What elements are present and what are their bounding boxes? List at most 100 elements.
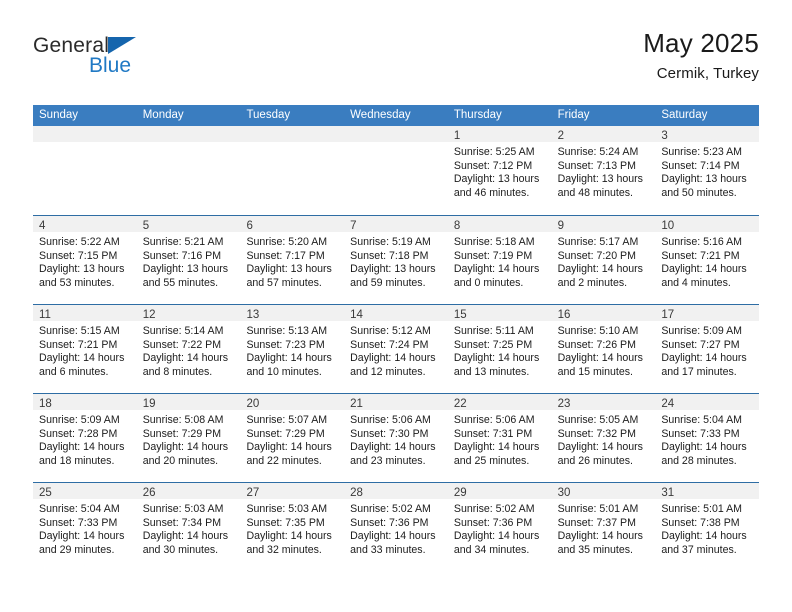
sunset-text: Sunset: 7:21 PM: [39, 338, 118, 351]
sunrise-text: Sunrise: 5:05 AM: [557, 414, 639, 426]
calendar-day-cell[interactable]: 24 Sunrise: 5:04 AM Sunset: 7:33 PM Dayligh…: [655, 394, 760, 482]
daylight-text-line2: and 8 minutes.: [142, 365, 213, 378]
day-number: 19: [142, 398, 156, 410]
day-number: 17: [661, 309, 675, 321]
calendar-day-cell[interactable]: 28 Sunrise: 5:02 AM Sunset: 7:36 PM Dayligh…: [344, 483, 448, 571]
daylight-text-line1: Daylight: 14 hours: [142, 352, 229, 365]
day-number: 27: [246, 487, 260, 499]
day-number-band: 8: [447, 216, 552, 232]
calendar-day-cell[interactable]: 16 Sunrise: 5:10 AM Sunset: 7:26 PM Dayligh…: [551, 305, 656, 393]
brand-logo[interactable]: General Blue: [33, 34, 233, 90]
calendar-day-cell[interactable]: 19 Sunrise: 5:08 AM Sunset: 7:29 PM Dayligh…: [136, 394, 241, 482]
calendar-day-cell[interactable]: 1 Sunrise: 5:25 AM Sunset: 7:12 PM Daylight…: [447, 126, 552, 215]
calendar-day-cell[interactable]: 13 Sunrise: 5:13 AM Sunset: 7:23 PM Dayligh…: [240, 305, 345, 393]
daylight-text-line1: Daylight: 14 hours: [661, 263, 747, 276]
sunrise-text: Sunrise: 5:03 AM: [246, 503, 328, 515]
calendar-day-cell[interactable]: 22 Sunrise: 5:06 AM Sunset: 7:31 PM Dayligh…: [447, 394, 552, 482]
day-sun-info: Sunrise: 5:15 AM Sunset: 7:21 PM Daylight:…: [33, 321, 137, 379]
sunset-text: Sunset: 7:15 PM: [39, 249, 118, 262]
weekday-header-monday: Monday: [142, 109, 184, 121]
daylight-text-line1: Daylight: 13 hours: [39, 263, 125, 276]
sunrise-text: Sunrise: 5:09 AM: [39, 414, 120, 426]
calendar-day-cell[interactable]: 21 Sunrise: 5:06 AM Sunset: 7:30 PM Dayligh…: [344, 394, 448, 482]
calendar-day-cell[interactable]: 15 Sunrise: 5:11 AM Sunset: 7:25 PM Dayligh…: [447, 305, 552, 393]
day-number: 31: [661, 487, 675, 499]
calendar-day-cell[interactable]: 17 Sunrise: 5:09 AM Sunset: 7:27 PM Dayligh…: [655, 305, 760, 393]
day-number-band: 24: [655, 394, 760, 410]
daylight-text-line1: Daylight: 14 hours: [453, 530, 540, 543]
daylight-text-line1: Daylight: 14 hours: [557, 352, 643, 365]
day-number: 30: [557, 487, 571, 499]
day-sun-info: Sunrise: 5:06 AM Sunset: 7:30 PM Daylight:…: [344, 410, 448, 468]
daylight-text-line1: Daylight: 13 hours: [142, 263, 229, 276]
daylight-text-line2: and 10 minutes.: [246, 365, 322, 378]
calendar-day-cell[interactable]: 18 Sunrise: 5:09 AM Sunset: 7:28 PM Dayligh…: [33, 394, 137, 482]
calendar-day-cell[interactable]: 4 Sunrise: 5:22 AM Sunset: 7:15 PM Daylight…: [33, 216, 137, 304]
daylight-text-line1: Daylight: 13 hours: [453, 173, 540, 186]
calendar-day-cell-empty: [240, 126, 345, 215]
calendar-day-cell[interactable]: 23 Sunrise: 5:05 AM Sunset: 7:32 PM Dayligh…: [551, 394, 656, 482]
day-number-band: [33, 126, 137, 142]
calendar-day-cell[interactable]: 10 Sunrise: 5:16 AM Sunset: 7:21 PM Dayligh…: [655, 216, 760, 304]
day-sun-info: Sunrise: 5:25 AM Sunset: 7:12 PM Daylight:…: [448, 142, 552, 200]
day-sun-info: Sunrise: 5:09 AM Sunset: 7:28 PM Daylight:…: [33, 410, 137, 468]
sunset-text: Sunset: 7:20 PM: [557, 249, 636, 262]
calendar-day-cell[interactable]: 27 Sunrise: 5:03 AM Sunset: 7:35 PM Dayligh…: [240, 483, 345, 571]
day-sun-info: Sunrise: 5:21 AM Sunset: 7:16 PM Daylight:…: [137, 232, 241, 290]
sunrise-text: Sunrise: 5:02 AM: [453, 503, 535, 515]
sunset-text: Sunset: 7:33 PM: [39, 516, 118, 529]
daylight-text-line1: Daylight: 14 hours: [39, 441, 125, 454]
sunset-text: Sunset: 7:37 PM: [557, 516, 636, 529]
sunrise-text: Sunrise: 5:15 AM: [39, 325, 120, 337]
daylight-text-line2: and 37 minutes.: [661, 543, 737, 556]
day-number: 25: [39, 487, 52, 499]
calendar-day-cell[interactable]: 12 Sunrise: 5:14 AM Sunset: 7:22 PM Dayligh…: [136, 305, 241, 393]
weekday-header-saturday: Saturday: [661, 109, 708, 121]
sunrise-text: Sunrise: 5:12 AM: [350, 325, 431, 337]
day-number-band: 22: [447, 394, 552, 410]
day-sun-info: Sunrise: 5:09 AM Sunset: 7:27 PM Daylight:…: [655, 321, 759, 379]
calendar-day-cell[interactable]: 31 Sunrise: 5:01 AM Sunset: 7:38 PM Dayligh…: [655, 483, 760, 571]
calendar-day-cell[interactable]: 11 Sunrise: 5:15 AM Sunset: 7:21 PM Dayligh…: [33, 305, 137, 393]
sunrise-text: Sunrise: 5:10 AM: [557, 325, 639, 337]
calendar-day-cell[interactable]: 8 Sunrise: 5:18 AM Sunset: 7:19 PM Daylight…: [447, 216, 552, 304]
daylight-text-line2: and 17 minutes.: [661, 365, 737, 378]
calendar-day-cell[interactable]: 6 Sunrise: 5:20 AM Sunset: 7:17 PM Daylight…: [240, 216, 345, 304]
calendar-day-cell[interactable]: 9 Sunrise: 5:17 AM Sunset: 7:20 PM Daylight…: [551, 216, 656, 304]
day-number-band: 10: [655, 216, 760, 232]
sunrise-text: Sunrise: 5:04 AM: [661, 414, 742, 426]
calendar-day-cell[interactable]: 29 Sunrise: 5:02 AM Sunset: 7:36 PM Dayligh…: [447, 483, 552, 571]
sunset-text: Sunset: 7:38 PM: [661, 516, 740, 529]
daylight-text-line2: and 35 minutes.: [557, 543, 633, 556]
day-sun-info: Sunrise: 5:04 AM Sunset: 7:33 PM Daylight:…: [655, 410, 759, 468]
sunrise-text: Sunrise: 5:01 AM: [661, 503, 742, 515]
calendar-day-cell[interactable]: 30 Sunrise: 5:01 AM Sunset: 7:37 PM Dayligh…: [551, 483, 656, 571]
calendar-day-cell[interactable]: 7 Sunrise: 5:19 AM Sunset: 7:18 PM Daylight…: [344, 216, 448, 304]
day-number-band: 23: [551, 394, 656, 410]
sunrise-text: Sunrise: 5:22 AM: [39, 236, 120, 248]
daylight-text-line1: Daylight: 14 hours: [557, 263, 643, 276]
daylight-text-line2: and 48 minutes.: [557, 186, 633, 199]
daylight-text-line1: Daylight: 14 hours: [246, 352, 332, 365]
daylight-text-line1: Daylight: 14 hours: [142, 441, 229, 454]
calendar-day-cell[interactable]: 5 Sunrise: 5:21 AM Sunset: 7:16 PM Daylight…: [136, 216, 241, 304]
sunset-text: Sunset: 7:19 PM: [453, 249, 533, 262]
daylight-text-line2: and 32 minutes.: [246, 543, 322, 556]
day-number-band: 5: [136, 216, 241, 232]
daylight-text-line2: and 20 minutes.: [142, 454, 219, 467]
daylight-text-line2: and 50 minutes.: [661, 186, 737, 199]
calendar-day-cell[interactable]: 26 Sunrise: 5:03 AM Sunset: 7:34 PM Dayligh…: [136, 483, 241, 571]
calendar-day-cell[interactable]: 14 Sunrise: 5:12 AM Sunset: 7:24 PM Dayligh…: [344, 305, 448, 393]
daylight-text-line2: and 26 minutes.: [557, 454, 633, 467]
sunrise-text: Sunrise: 5:01 AM: [557, 503, 639, 515]
sunset-text: Sunset: 7:31 PM: [453, 427, 533, 440]
daylight-text-line1: Daylight: 14 hours: [350, 441, 436, 454]
calendar-day-cell[interactable]: 25 Sunrise: 5:04 AM Sunset: 7:33 PM Dayligh…: [33, 483, 137, 571]
calendar-day-cell[interactable]: 2 Sunrise: 5:24 AM Sunset: 7:13 PM Daylight…: [551, 126, 656, 215]
calendar-day-cell[interactable]: 3 Sunrise: 5:23 AM Sunset: 7:14 PM Daylight…: [655, 126, 760, 215]
day-number: 24: [661, 398, 675, 410]
calendar-grid: Sunday Monday Tuesday Wednesday Thursday…: [33, 105, 760, 571]
sunset-text: Sunset: 7:16 PM: [142, 249, 222, 262]
sunset-text: Sunset: 7:24 PM: [350, 338, 429, 351]
calendar-day-cell[interactable]: 20 Sunrise: 5:07 AM Sunset: 7:29 PM Dayligh…: [240, 394, 345, 482]
